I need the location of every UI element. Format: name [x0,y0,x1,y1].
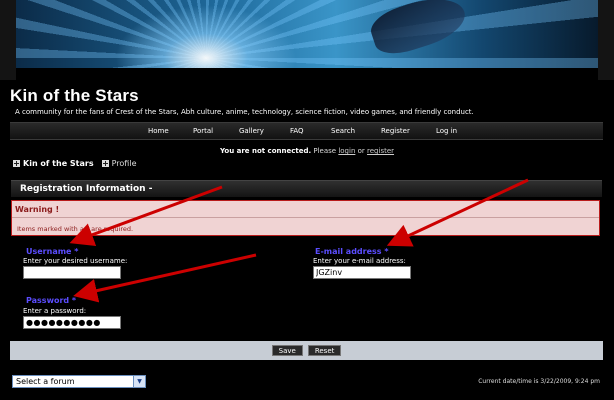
nav-login[interactable]: Log in [436,127,457,135]
username-label: Username * [26,247,79,256]
plus-box-icon [13,160,20,167]
header-banner-image [16,0,598,68]
section-header: Registration Information - [11,180,602,197]
nav-faq[interactable]: FAQ [290,127,304,135]
section-title: Registration Information - [20,184,153,194]
forum-select[interactable]: Select a forum ▼ [12,375,146,388]
form-actions-bar: Save Reset [10,341,603,360]
breadcrumb-item-profile[interactable]: Profile [101,159,137,168]
site-description: A community for the fans of Crest of the… [15,108,474,116]
password-input[interactable] [23,316,121,329]
site-title[interactable]: Kin of the Stars [10,86,139,106]
password-label: Password * [26,296,77,305]
register-link[interactable]: register [367,147,394,155]
banner-figure [366,0,471,61]
connection-status-text: You are not connected. [219,147,312,155]
breadcrumb-label: Kin of the Stars [23,159,94,168]
reset-button[interactable]: Reset [307,345,342,356]
save-button[interactable]: Save [271,345,303,356]
nav-search[interactable]: Search [331,127,355,135]
forum-select-value: Select a forum [16,377,75,386]
current-datetime: Current date/time is 3/22/2009, 9:24 pm [478,378,600,385]
nav-register[interactable]: Register [381,127,410,135]
breadcrumb-label: Profile [111,159,137,168]
nav-portal[interactable]: Portal [193,127,213,135]
username-input[interactable] [23,266,121,279]
warning-title: Warning ! [15,205,60,214]
username-hint: Enter your desired username: [23,257,128,265]
warning-text: Items marked with a * are required. [17,225,134,233]
connection-or: or [357,147,365,155]
banner-frame-left [0,0,16,80]
warning-box: Warning ! Items marked with a * are requ… [11,200,600,236]
login-link[interactable]: login [338,147,355,155]
breadcrumb-item-home[interactable]: Kin of the Stars [13,159,94,168]
plus-box-icon [101,160,109,167]
nav-home[interactable]: Home [148,127,169,135]
connection-prompt: Please [313,147,337,155]
chevron-down-icon[interactable]: ▼ [133,376,145,387]
banner-frame-right [598,0,614,80]
breadcrumb: Kin of the Stars Profile [13,159,136,168]
main-navbar: Home Portal Gallery FAQ Search Register … [10,122,603,140]
email-label: E-mail address * [315,247,389,256]
email-input[interactable] [313,266,411,279]
warning-divider [12,217,599,218]
connection-status: You are not connected. Please login or r… [0,147,614,155]
nav-gallery[interactable]: Gallery [239,127,264,135]
email-hint: Enter your e-mail address: [313,257,406,265]
password-hint: Enter a password: [23,307,87,315]
